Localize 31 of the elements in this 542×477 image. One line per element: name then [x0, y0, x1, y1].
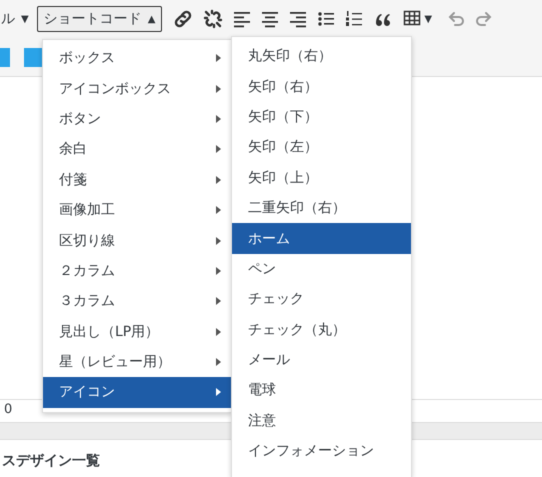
menu-item[interactable]: 見出し（LP用）: [43, 316, 231, 347]
style-dropdown[interactable]: ル ▼: [1, 10, 29, 28]
menu-item[interactable]: ２カラム: [43, 256, 231, 286]
word-count: 0: [3, 401, 12, 419]
menu-item[interactable]: 画像加工: [43, 194, 231, 226]
menu-item[interactable]: 星（レビュー用）: [43, 346, 231, 378]
menu-item[interactable]: 電球: [232, 375, 411, 406]
menu-item[interactable]: 矢印（下）: [232, 102, 411, 132]
menu-item[interactable]: 二重矢印（右）: [232, 192, 411, 224]
menu-item[interactable]: ３カラム: [43, 286, 231, 317]
menu-item[interactable]: インフォメーション: [232, 436, 411, 466]
menu-item[interactable]: 矢印（上）: [232, 162, 411, 193]
menu-item[interactable]: アイコン: [43, 377, 231, 408]
menu-item[interactable]: 丸矢印（右）: [232, 41, 411, 72]
menu-item[interactable]: チェック（丸）: [232, 314, 411, 345]
menu-item[interactable]: 注意: [232, 406, 411, 436]
menu-item[interactable]: ボタン: [43, 104, 231, 134]
menu-item[interactable]: 付箋: [43, 164, 231, 195]
menu-item[interactable]: 矢印（左）: [232, 132, 411, 163]
menu-item[interactable]: ホーム: [232, 223, 411, 254]
menu-item[interactable]: ペン: [232, 254, 411, 284]
menu-item[interactable]: 区切り線: [43, 225, 231, 256]
menu-item[interactable]: ボックス: [43, 43, 231, 74]
menu-item[interactable]: メール: [232, 344, 411, 376]
menu-item[interactable]: チェック: [232, 284, 411, 315]
menu-item[interactable]: 矢印（右）: [232, 71, 411, 102]
menu-item[interactable]: アイコンボックス: [43, 73, 231, 104]
menu-item[interactable]: 余白: [43, 134, 231, 165]
table-caret[interactable]: ▼: [424, 14, 432, 24]
heading-text: スデザイン一覧: [2, 452, 100, 470]
shortcode-button[interactable]: ショートコード ▲: [36, 6, 162, 32]
